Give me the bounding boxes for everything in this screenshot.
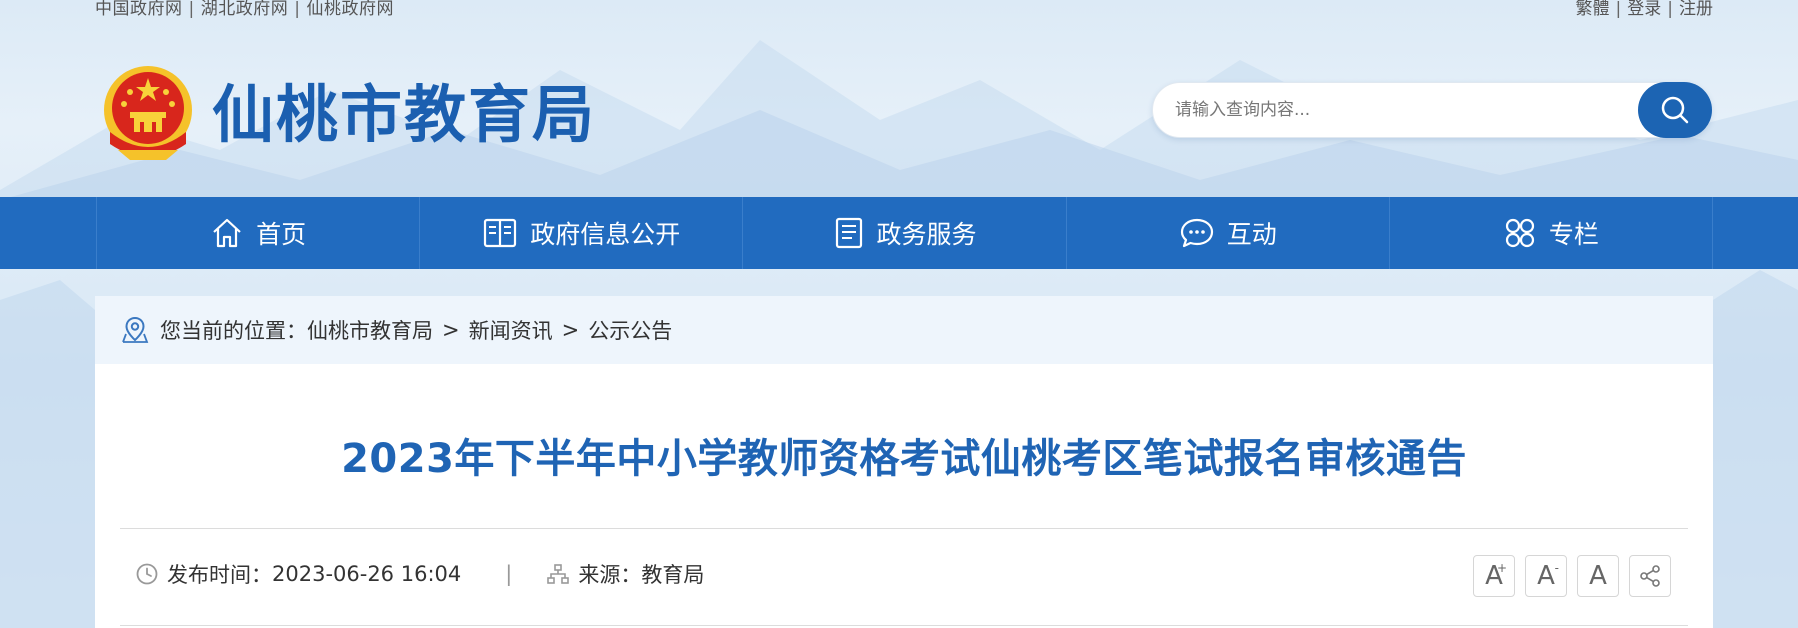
publish-time: 2023-06-26 16:04 bbox=[272, 562, 462, 586]
nav-item-label: 首页 bbox=[256, 220, 307, 249]
share-button[interactable] bbox=[1629, 555, 1671, 597]
link-register[interactable]: 注册 bbox=[1679, 0, 1713, 19]
home-icon bbox=[210, 216, 244, 250]
link-hubei-gov[interactable]: 湖北政府网 bbox=[201, 0, 289, 19]
search-button[interactable] bbox=[1638, 82, 1712, 138]
nav-item-gov-info[interactable]: 政府信息公开 bbox=[419, 197, 742, 269]
search-input[interactable] bbox=[1175, 83, 1595, 137]
top-link-separator: | bbox=[294, 0, 301, 19]
font-increase-button[interactable]: A + bbox=[1473, 555, 1515, 597]
font-decrease-sup: - bbox=[1554, 561, 1559, 575]
link-xiantao-gov[interactable]: 仙桃政府网 bbox=[306, 0, 394, 19]
link-traditional-chinese[interactable]: 繁體 bbox=[1576, 0, 1610, 19]
grid-icon bbox=[1503, 216, 1537, 250]
font-increase-sup: + bbox=[1496, 561, 1507, 575]
breadcrumb-link-news[interactable]: 新闻资讯 bbox=[469, 315, 553, 345]
breadcrumb-prefix: 您当前的位置： bbox=[160, 319, 307, 343]
nav-item-label: 政务服务 bbox=[876, 220, 977, 249]
font-tools: A + A- A bbox=[1473, 555, 1671, 597]
font-reset-label: A bbox=[1589, 561, 1607, 591]
nav-item-column[interactable]: 专栏 bbox=[1388, 197, 1714, 269]
location-pin-icon bbox=[120, 315, 150, 345]
article-title: 2023年下半年中小学教师资格考试仙桃考区笔试报名审核通告 bbox=[341, 436, 1467, 482]
top-link-separator: | bbox=[1667, 0, 1673, 19]
nav-item-home[interactable]: 首页 bbox=[96, 197, 419, 269]
source-label: 来源： bbox=[578, 563, 642, 587]
breadcrumb-separator: > bbox=[561, 318, 580, 342]
top-link-separator: | bbox=[1615, 0, 1622, 19]
nav-item-label: 互动 bbox=[1226, 220, 1277, 249]
font-decrease-button[interactable]: A- bbox=[1525, 555, 1567, 597]
link-china-gov[interactable]: 中国政府网 bbox=[95, 0, 183, 19]
search-box bbox=[1152, 82, 1712, 138]
breadcrumb: 您当前的位置： 仙桃市教育局 > 新闻资讯 > 公示公告 bbox=[95, 296, 1713, 364]
share-icon bbox=[1640, 565, 1660, 587]
nav-item-interaction[interactable]: 互动 bbox=[1065, 197, 1389, 269]
article-meta: 发布时间： 2023-06-26 16:04 | 来源： 教育局 bbox=[135, 554, 704, 594]
clock-icon bbox=[135, 562, 159, 586]
top-links-left: 中国政府网 | 湖北政府网 | 仙桃政府网 bbox=[95, 0, 394, 19]
top-link-separator: | bbox=[188, 0, 195, 19]
nav-item-label: 专栏 bbox=[1548, 220, 1599, 249]
source-icon bbox=[546, 562, 570, 586]
breadcrumb-link-notices[interactable]: 公示公告 bbox=[588, 315, 672, 345]
meta-separator: | bbox=[505, 562, 513, 586]
content-panel: 您当前的位置： 仙桃市教育局 > 新闻资讯 > 公示公告 2023年下半年中小学… bbox=[95, 296, 1713, 628]
document-icon bbox=[833, 216, 865, 250]
search-icon bbox=[1661, 96, 1689, 124]
top-links-right: 繁體 | 登录 | 注册 bbox=[1576, 0, 1713, 19]
site-title[interactable]: 仙桃市教育局 bbox=[212, 70, 596, 160]
publish-time-label: 发布时间： bbox=[167, 563, 272, 587]
font-decrease-label: A bbox=[1537, 561, 1555, 591]
book-icon bbox=[482, 216, 518, 250]
breadcrumb-link-home[interactable]: 仙桃市教育局 bbox=[307, 315, 433, 345]
meta-divider bbox=[120, 625, 1688, 626]
font-reset-button[interactable]: A bbox=[1577, 555, 1619, 597]
chat-icon bbox=[1179, 216, 1215, 250]
breadcrumb-separator: > bbox=[442, 318, 460, 342]
main-nav: 首页 政府信息公开 政务服务 互动 专栏 bbox=[0, 197, 1798, 269]
source-value: 教育局 bbox=[641, 563, 705, 587]
link-login[interactable]: 登录 bbox=[1627, 0, 1661, 19]
national-emblem-icon bbox=[104, 66, 192, 160]
nav-item-gov-service[interactable]: 政务服务 bbox=[742, 197, 1065, 269]
nav-item-label: 政府信息公开 bbox=[530, 220, 681, 249]
title-divider bbox=[120, 528, 1688, 529]
